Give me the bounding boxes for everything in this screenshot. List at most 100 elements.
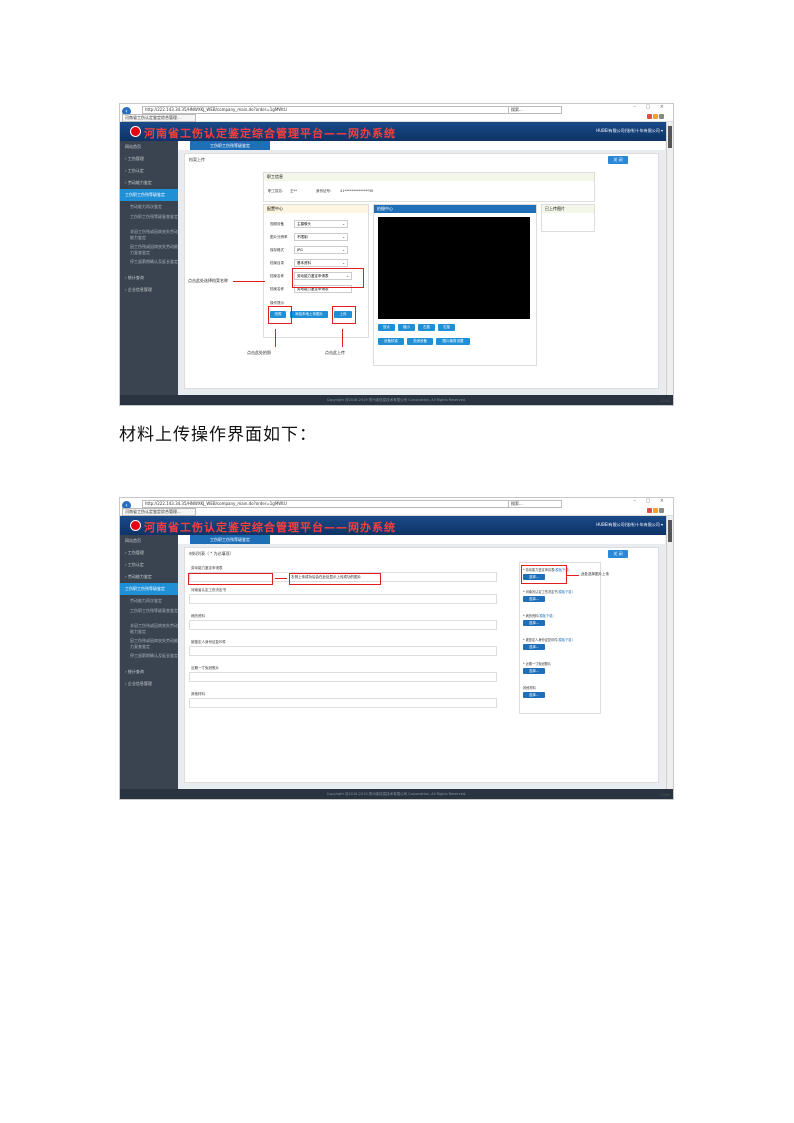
preview-title: 拍摄中心 [374, 205, 536, 213]
sidebar-item-labor-ability[interactable]: › 劳动能力鉴定 [120, 177, 178, 189]
system-title: 河南省工伤认定鉴定综合管理平台——网办系统 [144, 521, 396, 534]
staff-name: 王** [290, 189, 297, 193]
scrollbar[interactable] [666, 122, 673, 395]
material-preview [189, 672, 497, 682]
tab-disability-grade[interactable]: 工伤职工伤残等级鉴定 [190, 535, 270, 544]
preview-center: 拍摄中心 放大 缩小 左旋 右旋 设备校准 关闭设备 图片裁剪设置 [373, 204, 537, 366]
rotate-left-button[interactable]: 左旋 [418, 324, 435, 331]
format-select[interactable]: JPG ⌄ [294, 246, 348, 254]
material-label: 劳动能力鉴定申请表 [191, 566, 223, 570]
chevron-down-icon: ⌄ [342, 261, 345, 265]
screenshot-material-upload: ‹ http://222.143.34.35/HNWXKJ_WEB/compan… [119, 497, 674, 800]
sidebar-item-reappraisal[interactable]: 劳动能力再次鉴定 [120, 595, 178, 606]
close-device-button[interactable]: 关闭设备 [407, 338, 433, 345]
choose-file-button[interactable]: 选择... [523, 692, 545, 698]
sidebar-item-non-work[interactable]: 非因工伤残或因病丧失劳动能力鉴定 [120, 227, 178, 242]
template-download-link[interactable]: (模板下载) [557, 638, 572, 642]
screenshot-capture-upload: ‹ http://222.143.34.35/HNWXKJ_WEB/compan… [119, 103, 674, 406]
gear-icon[interactable] [659, 114, 664, 119]
search-box[interactable]: 搜索... [508, 106, 562, 114]
arrow-preview [275, 578, 287, 579]
home-icon[interactable] [647, 114, 652, 119]
staff-name-label: 职工姓名： [268, 189, 286, 193]
sidebar-item-enterprise[interactable]: › 企业信息管理 [120, 284, 178, 296]
panel-title: 档案上传 [189, 157, 205, 162]
address-bar[interactable]: http://222.143.34.35/HNWXKJ_WEB/company_… [142, 500, 524, 508]
close-button[interactable]: 关 闭 [608, 550, 628, 558]
upload-label: 其他材料 [523, 686, 536, 690]
sidebar-item-disability-grade[interactable]: 工伤职工伤残等级鉴定 [120, 583, 178, 595]
field-label-format: 保存格式 [270, 248, 284, 252]
staff-id: 41**************30 [340, 189, 374, 193]
sidebar-item-stats[interactable]: › 统计查询 [120, 666, 178, 678]
camera-preview [378, 217, 530, 319]
sidebar-item-injury-management[interactable]: › 工伤管理 [120, 153, 178, 165]
sidebar-item-injury-management[interactable]: › 工伤管理 [120, 547, 178, 559]
sidebar-item-home[interactable]: 网站首页 [120, 535, 178, 547]
window-controls[interactable]: – ▢ × [633, 104, 668, 110]
sidebar-item-injury-identification[interactable]: › 工伤认定 [120, 165, 178, 177]
zoom-in-button[interactable]: 放大 [378, 324, 395, 331]
choose-file-button[interactable]: 选择... [523, 596, 545, 602]
zoom-level[interactable]: 100% [660, 791, 670, 799]
star-icon[interactable] [653, 114, 658, 119]
arrow-upload [342, 329, 343, 347]
highlight-choose [521, 565, 567, 584]
directory-select[interactable]: 基本资料 ⌄ [294, 259, 348, 267]
home-icon[interactable] [647, 508, 652, 513]
app-banner: 河南省工伤认定鉴定综合管理平台——网办系统 HUBEI有限公司(张伟)十年有限公… [120, 122, 673, 141]
close-button[interactable]: 关 闭 [608, 156, 628, 164]
sidebar-item-home[interactable]: 网站首页 [120, 141, 178, 153]
sidebar-item-labor-ability[interactable]: › 劳动能力鉴定 [120, 571, 178, 583]
tab-disability-grade[interactable]: 工伤职工伤残等级鉴定 [190, 141, 270, 150]
add-local-image-button[interactable]: 添加本地上传图片 [290, 311, 328, 318]
template-download-link[interactable]: (模板下载) [557, 590, 572, 594]
sidebar-item-stats[interactable]: › 统计查询 [120, 272, 178, 284]
calibrate-button[interactable]: 设备校准 [378, 338, 404, 345]
sidebar-item-grade-review[interactable]: 工伤职工伤残等级复查鉴定 [120, 606, 178, 621]
crop-settings-button[interactable]: 图片裁剪设置 [436, 338, 470, 345]
sidebar-item-non-work[interactable]: 非因工伤残或因病丧失劳动能力鉴定 [120, 621, 178, 636]
window-controls[interactable]: – ▢ × [633, 498, 668, 504]
scrollbar[interactable] [666, 516, 673, 789]
rotate-right-button[interactable]: 右旋 [438, 324, 455, 331]
gear-icon[interactable] [659, 508, 664, 513]
browser-tab[interactable]: 河南省工伤认定鉴定综合管理... [122, 114, 196, 122]
company-menu[interactable]: HUBEI有限公司(张伟)十年有限公司 ▾ [596, 522, 663, 528]
search-box[interactable]: 搜索... [508, 500, 562, 508]
toolbar-icons [647, 508, 669, 514]
star-icon[interactable] [653, 508, 658, 513]
resolution-select[interactable]: 不限制 ⌄ [294, 233, 348, 241]
sidebar-item-reappraisal[interactable]: 劳动能力再次鉴定 [120, 201, 178, 212]
sidebar-item-paid-leave[interactable]: 停工留薪期确认及延长鉴定 [120, 257, 178, 272]
zoom-out-button[interactable]: 缩小 [398, 324, 415, 331]
device-select[interactable]: 主摄像头 ⌄ [294, 220, 348, 228]
emblem-icon [130, 520, 141, 531]
emblem-icon [130, 126, 141, 137]
sidebar: 网站首页 › 工伤管理 › 工伤认定 › 劳动能力鉴定 工伤职工伤残等级鉴定 劳… [120, 535, 178, 789]
template-download-link[interactable]: (模板下载) [538, 614, 553, 618]
choose-file-button[interactable]: 选择... [523, 620, 545, 626]
sidebar-item-review[interactable]: 因工伤残或因病丧失劳动能力复查鉴定 [120, 636, 178, 651]
sidebar-item-grade-review[interactable]: 工伤职工伤残等级复查鉴定 [120, 212, 178, 227]
browser-tab[interactable]: 河南省工伤认定鉴定综合管理... [122, 508, 196, 516]
uploaded-title: 已上传图片 [542, 205, 594, 213]
toolbar-icons [647, 114, 669, 120]
highlight-preview [188, 573, 273, 585]
upload-label: * 病历资料(模板下载) [523, 614, 554, 618]
annotation-left: 右侧上传成功后会在此处显示上传成功的图片 [291, 575, 361, 579]
annotation-select-file: 点击此处选择档案名称 [188, 278, 228, 283]
highlight-filename [292, 268, 364, 288]
choose-file-button[interactable]: 选择... [523, 644, 545, 650]
company-menu[interactable]: HUBEI有限公司(张伟)十年有限公司 ▾ [596, 128, 663, 134]
sidebar-item-disability-grade[interactable]: 工伤职工伤残等级鉴定 [120, 189, 178, 201]
choose-file-button[interactable]: 选择... [523, 668, 545, 674]
zoom-level[interactable]: 100% [660, 397, 670, 405]
arrow-select [233, 281, 265, 282]
sidebar-item-paid-leave[interactable]: 停工留薪期确认及延长鉴定 [120, 651, 178, 666]
address-bar[interactable]: http://222.143.34.35/HNWXKJ_WEB/company_… [142, 106, 524, 114]
sidebar-item-review[interactable]: 因工伤残或因病丧失劳动能力复查鉴定 [120, 242, 178, 257]
device-value: 主摄像头 [297, 222, 311, 226]
sidebar-item-enterprise[interactable]: › 企业信息管理 [120, 678, 178, 690]
sidebar-item-injury-identification[interactable]: › 工伤认定 [120, 559, 178, 571]
